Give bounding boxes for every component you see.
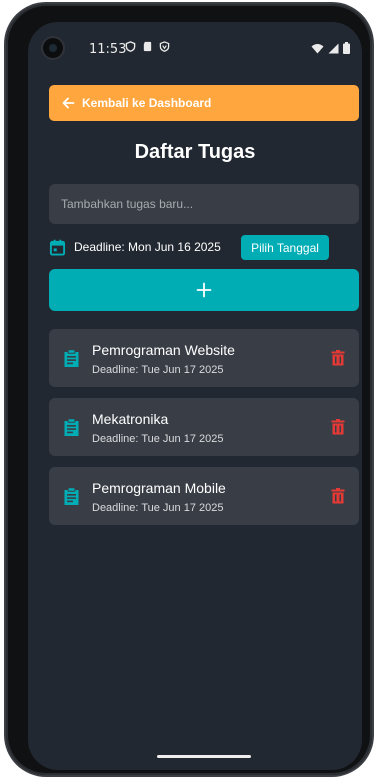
- task-title: Mekatronika: [92, 411, 169, 427]
- status-time: 11:53: [89, 42, 127, 57]
- plus-icon: [196, 282, 212, 298]
- task-card[interactable]: Pemrograman Mobile Deadline: Tue Jun 17 …: [49, 467, 359, 525]
- signal-icon: [328, 43, 339, 53]
- vpn-icon: [159, 41, 170, 52]
- status-icons-left: [125, 41, 170, 52]
- deadline-row: Deadline: Mon Jun 16 2025: [49, 235, 221, 259]
- task-title: Pemrograman Website: [92, 342, 235, 358]
- back-button-label: Kembali ke Dashboard: [82, 96, 212, 110]
- selected-deadline-text: Deadline: Mon Jun 16 2025: [74, 240, 221, 254]
- home-indicator[interactable]: [157, 755, 251, 758]
- task-list: Pemrograman Website Deadline: Tue Jun 17…: [49, 329, 359, 536]
- trash-icon[interactable]: [331, 419, 345, 435]
- status-icons-right: [311, 42, 350, 54]
- pick-date-button[interactable]: Pilih Tanggal: [241, 235, 329, 260]
- trash-icon[interactable]: [331, 350, 345, 366]
- task-card[interactable]: Pemrograman Website Deadline: Tue Jun 17…: [49, 329, 359, 387]
- calendar-icon: [49, 239, 66, 256]
- shield-icon: [125, 41, 136, 52]
- battery-icon: [343, 42, 350, 54]
- arrow-left-icon: [62, 97, 75, 109]
- new-task-input[interactable]: [49, 184, 359, 224]
- clipboard-icon: [64, 349, 79, 367]
- wifi-icon: [311, 43, 324, 53]
- front-camera: [43, 38, 63, 58]
- back-to-dashboard-button[interactable]: Kembali ke Dashboard: [49, 85, 359, 121]
- task-deadline: Deadline: Tue Jun 17 2025: [92, 433, 224, 445]
- add-task-button[interactable]: [49, 269, 359, 311]
- phone-frame: 11:53 Kembali ke Dashboard Daftar Tugas: [6, 4, 372, 775]
- task-card[interactable]: Mekatronika Deadline: Tue Jun 17 2025: [49, 398, 359, 456]
- sd-card-icon: [143, 41, 152, 52]
- app-screen: 11:53 Kembali ke Dashboard Daftar Tugas: [28, 22, 362, 770]
- task-deadline: Deadline: Tue Jun 17 2025: [92, 364, 224, 376]
- clipboard-icon: [64, 487, 79, 505]
- trash-icon[interactable]: [331, 488, 345, 504]
- task-title: Pemrograman Mobile: [92, 480, 226, 496]
- page-title: Daftar Tugas: [134, 141, 256, 163]
- status-bar: 11:53: [28, 22, 362, 66]
- task-deadline: Deadline: Tue Jun 17 2025: [92, 502, 224, 514]
- clipboard-icon: [64, 418, 79, 436]
